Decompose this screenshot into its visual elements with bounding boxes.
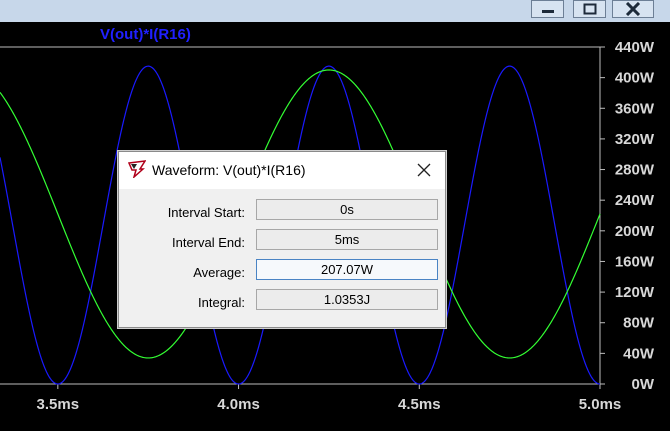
x-tick-label: 4.0ms <box>217 396 260 413</box>
interval-start-field[interactable]: 0s <box>256 199 438 220</box>
x-tick-label: 4.5ms <box>398 396 441 413</box>
y-tick-label: 80W <box>623 315 655 332</box>
x-tick-label: 3.5ms <box>37 396 80 413</box>
minimize-button[interactable] <box>531 0 564 18</box>
y-tick-label: 160W <box>615 253 655 270</box>
y-tick-label: 200W <box>615 223 655 240</box>
y-tick-label: 240W <box>615 192 655 209</box>
interval-start-label: Interval Start: <box>167 205 245 220</box>
y-tick-label: 360W <box>615 100 655 117</box>
dialog-close-button[interactable] <box>407 158 441 182</box>
integral-label: Integral: <box>198 295 245 310</box>
close-icon <box>417 163 431 177</box>
y-tick-label: 320W <box>615 131 655 148</box>
y-tick-label: 0W <box>632 376 655 393</box>
y-tick-label: 120W <box>615 284 655 301</box>
trace-label[interactable]: V(out)*I(R16) <box>100 26 191 43</box>
close-window-button[interactable] <box>612 0 654 18</box>
waveform-dialog: Waveform: V(out)*I(R16) Interval Start: … <box>118 151 446 328</box>
dialog-titlebar: Waveform: V(out)*I(R16) <box>119 152 445 189</box>
integral-field[interactable]: 1.0353J <box>256 289 438 310</box>
average-label: Average: <box>193 265 245 280</box>
minimize-icon <box>541 10 554 13</box>
x-tick-label: 5.0ms <box>579 396 622 413</box>
interval-end-label: Interval End: <box>172 235 245 250</box>
close-icon <box>625 2 641 16</box>
waveform-app-icon <box>128 160 146 178</box>
average-field[interactable]: 207.07W <box>256 259 438 280</box>
y-tick-label: 440W <box>615 39 655 56</box>
maximize-icon <box>583 3 596 15</box>
interval-end-field[interactable]: 5ms <box>256 229 438 250</box>
y-tick-label: 40W <box>623 345 655 362</box>
window-titlebar <box>0 0 670 22</box>
y-tick-label: 400W <box>615 70 655 87</box>
dialog-title: Waveform: V(out)*I(R16) <box>152 162 306 178</box>
maximize-button[interactable] <box>573 0 606 18</box>
y-tick-label: 280W <box>615 162 655 179</box>
